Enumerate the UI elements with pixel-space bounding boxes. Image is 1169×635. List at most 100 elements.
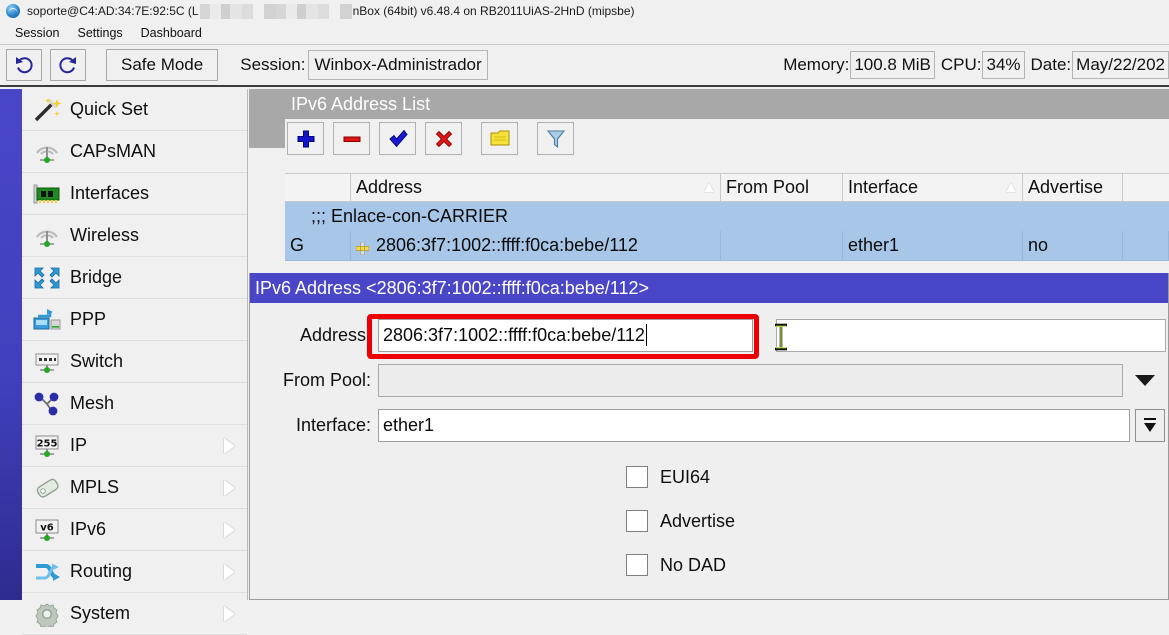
sidebar-item-quick-set[interactable]: Quick Set: [22, 89, 247, 131]
chevron-down-icon[interactable]: [1135, 375, 1155, 386]
sidebar-item-interfaces[interactable]: Interfaces: [22, 173, 247, 215]
column-header-label: Address: [356, 177, 422, 198]
svg-text:255: 255: [37, 438, 58, 449]
interface-dropdown-button[interactable]: [1135, 409, 1165, 442]
checkbox-label: No DAD: [660, 555, 726, 576]
column-header-filler: [1123, 174, 1169, 201]
redo-arrow-icon: [57, 54, 79, 76]
redo-button[interactable]: [50, 49, 86, 81]
sidebar-item-wireless[interactable]: Wireless: [22, 215, 247, 257]
winbox-vertical-strip: nBox: [0, 89, 22, 600]
funnel-icon: [545, 128, 567, 150]
session-label: Session:: [240, 55, 305, 75]
table-row[interactable]: G 2806:3f7:1002::ffff:f0ca:bebe/112 ethe…: [285, 231, 1169, 261]
sidebar-item-capsman[interactable]: CAPsMAN: [22, 131, 247, 173]
sidebar-item-switch[interactable]: Switch: [22, 341, 247, 383]
ibeam-mouse-cursor: [770, 322, 792, 352]
cell-advertise: no: [1023, 231, 1123, 260]
sidebar-item-routing[interactable]: Routing: [22, 551, 247, 593]
checkbox-advertise[interactable]: Advertise: [626, 499, 735, 543]
checkbox-box[interactable]: [626, 466, 648, 488]
checkbox-box[interactable]: [626, 510, 648, 532]
checkbox-no-dad[interactable]: No DAD: [626, 543, 735, 587]
column-header-from-pool[interactable]: From Pool: [721, 174, 843, 201]
status-cluster: Memory: 100.8 MiB CPU: 34% Date: May/22/…: [777, 51, 1169, 79]
sidebar-item-ppp[interactable]: PPP: [22, 299, 247, 341]
dialog-checkbox-group: EUI64 Advertise No DAD: [626, 455, 735, 587]
chevron-right-icon: [224, 564, 235, 580]
cpu-value: 34%: [982, 51, 1024, 79]
sidebar-menu: Quick Set CAPsMAN: [22, 89, 248, 600]
sidebar-item-label: IP: [70, 435, 87, 456]
checkbox-label: Advertise: [660, 511, 735, 532]
sidebar-item-label: CAPsMAN: [70, 141, 156, 162]
checkbox-box[interactable]: [626, 554, 648, 576]
column-header-interface[interactable]: Interface: [843, 174, 1023, 201]
checkbox-label: EUI64: [660, 467, 710, 488]
interface-input[interactable]: ether1: [378, 409, 1130, 442]
redacted-identity-block: [200, 4, 352, 19]
filter-button[interactable]: [537, 122, 574, 155]
from-pool-label: From Pool:: [250, 370, 378, 391]
sidebar-item-ipv6[interactable]: v6 IPv6: [22, 509, 247, 551]
date-label: Date:: [1031, 55, 1072, 75]
mesh-nodes-icon: [30, 389, 64, 419]
column-header-flags[interactable]: [285, 174, 351, 201]
sidebar-item-label: PPP: [70, 309, 106, 330]
column-header-advertise[interactable]: Advertise: [1023, 174, 1123, 201]
checkbox-eui64[interactable]: EUI64: [626, 455, 735, 499]
chevron-right-icon: [224, 522, 235, 538]
ppp-monitor-icon: [30, 305, 64, 335]
enable-button[interactable]: [379, 122, 416, 155]
cpu-label: CPU:: [941, 55, 982, 75]
cell-from-pool: [721, 231, 843, 260]
text-caret: [646, 324, 647, 346]
safe-mode-button[interactable]: Safe Mode: [106, 49, 218, 81]
add-button[interactable]: [287, 122, 324, 155]
address-status-icon: [356, 239, 369, 252]
comment-button[interactable]: [481, 122, 518, 155]
menu-dashboard[interactable]: Dashboard: [132, 24, 211, 42]
bridge-arrows-icon: [30, 263, 64, 293]
sidebar-item-ip[interactable]: 255 IP: [22, 425, 247, 467]
remove-button[interactable]: [333, 122, 370, 155]
sort-indicator-icon: [1006, 183, 1016, 192]
svg-text:v6: v6: [40, 522, 54, 533]
memory-label: Memory:: [783, 55, 849, 75]
cell-filler: [1123, 231, 1169, 260]
table-row-comment[interactable]: ;;; Enlace-con-CARRIER: [285, 202, 1169, 231]
sidebar-item-label: Bridge: [70, 267, 122, 288]
sidebar-item-system[interactable]: System: [22, 593, 247, 635]
chevron-right-icon: [224, 480, 235, 496]
address-label: Address:: [250, 325, 378, 346]
undo-arrow-icon: [13, 54, 35, 76]
switch-ports-icon: [30, 347, 64, 377]
sidebar-item-mesh[interactable]: Mesh: [22, 383, 247, 425]
column-header-address[interactable]: Address: [351, 174, 721, 201]
memory-value: 100.8 MiB: [850, 51, 935, 79]
menu-settings[interactable]: Settings: [68, 24, 131, 42]
cell-flags: G: [285, 231, 351, 260]
address-extension-field[interactable]: [776, 319, 1166, 352]
window-gutter: [249, 89, 285, 148]
cell-interface: ether1: [843, 231, 1023, 260]
chevron-right-icon: [224, 438, 235, 454]
note-icon: [489, 128, 511, 150]
disable-button[interactable]: [425, 122, 462, 155]
cross-icon: [433, 128, 455, 150]
dialog-body: Address: 2806:3f7:1002::ffff:f0ca:bebe/1…: [250, 303, 1168, 600]
interface-label: Interface:: [250, 415, 378, 436]
sidebar-item-bridge[interactable]: Bridge: [22, 257, 247, 299]
minus-icon: [341, 128, 363, 150]
from-pool-input[interactable]: [378, 364, 1123, 397]
sidebar-item-label: MPLS: [70, 477, 119, 498]
undo-button[interactable]: [6, 49, 42, 81]
sidebar-item-label: System: [70, 603, 130, 624]
sidebar-item-label: Routing: [70, 561, 132, 582]
session-value[interactable]: Winbox-Administrador: [308, 50, 487, 80]
address-input[interactable]: 2806:3f7:1002::ffff:f0ca:bebe/112: [378, 319, 753, 352]
menu-session[interactable]: Session: [6, 24, 68, 42]
sidebar-item-mpls[interactable]: MPLS: [22, 467, 247, 509]
menubar: Session Settings Dashboard: [0, 22, 1169, 45]
dropdown-arrow-bar-icon: [1141, 415, 1159, 435]
